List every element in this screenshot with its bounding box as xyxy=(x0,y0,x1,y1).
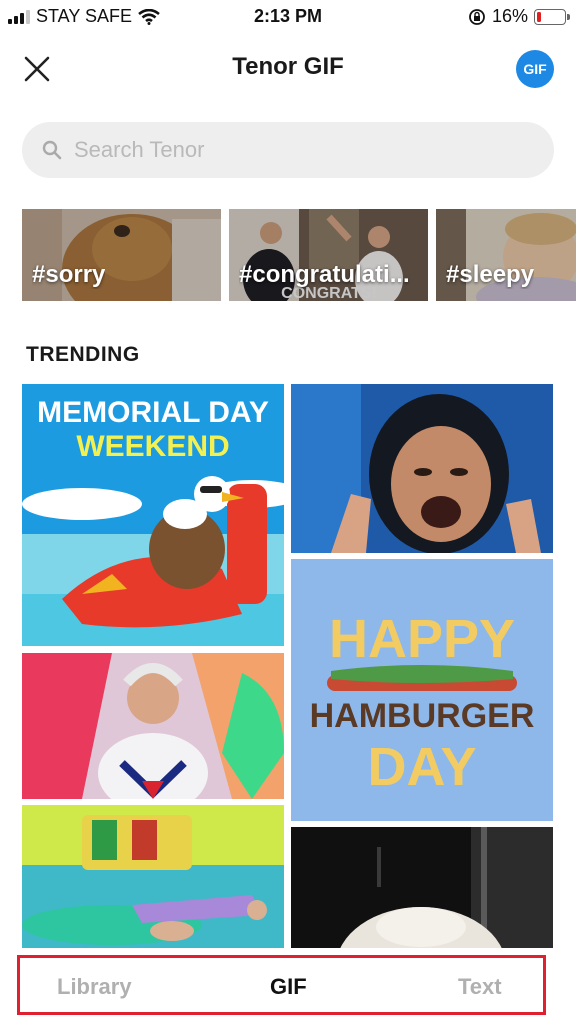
category-tile-sleepy[interactable]: #sleepy xyxy=(436,209,576,301)
category-tag: #congratulati... xyxy=(239,261,410,288)
category-row: #sorry CONGRATS! #congratulati... #sleep… xyxy=(22,209,576,301)
gif-keyboard-badge[interactable]: GIF xyxy=(516,50,554,88)
gif-memorial-day[interactable]: MEMORIAL DAY WEEKEND xyxy=(22,384,284,646)
dancing-man-gif xyxy=(22,653,284,799)
rotation-lock-icon xyxy=(469,8,485,25)
hamburger-line1: HAPPY xyxy=(329,609,515,669)
search-input[interactable] xyxy=(74,137,514,163)
status-bar: STAY SAFE 2:13 PM 16% xyxy=(0,0,576,34)
page-title: Tenor GIF xyxy=(232,53,344,80)
gif-crying-man[interactable] xyxy=(291,384,553,553)
status-right: 16% xyxy=(468,6,570,27)
battery-fill xyxy=(537,11,541,22)
hamburger-line2: HAMBURGER xyxy=(310,697,535,735)
category-tag: #sorry xyxy=(32,261,106,288)
toddler-playground-gif xyxy=(22,805,284,948)
gif-toddler-playground[interactable] xyxy=(22,805,284,948)
header: Tenor GIF GIF xyxy=(0,40,576,96)
battery-icon xyxy=(534,8,570,25)
tab-text[interactable]: Text xyxy=(458,974,502,1000)
gif-fluffy-animal[interactable] xyxy=(291,827,553,948)
memorial-line2: WEEKEND xyxy=(76,430,229,463)
crying-man-gif xyxy=(291,384,553,553)
happy-hamburger-day-gif: HAPPY HAMBURGER DAY xyxy=(291,559,553,821)
hamburger-line3: DAY xyxy=(367,737,476,797)
category-tile-congratulations[interactable]: CONGRATS! #congratulati... xyxy=(229,209,428,301)
search-icon xyxy=(42,140,62,160)
trending-heading: TRENDING xyxy=(26,343,140,366)
category-tile-sorry[interactable]: #sorry xyxy=(22,209,221,301)
bottom-tab-bar: Library GIF Text xyxy=(0,948,576,1024)
category-tag: #sleepy xyxy=(446,261,535,288)
fluffy-animal-gif xyxy=(291,827,553,948)
memorial-day-gif: MEMORIAL DAY WEEKEND xyxy=(22,384,284,646)
search-bar[interactable] xyxy=(22,122,554,178)
tab-library[interactable]: Library xyxy=(57,974,132,1000)
memorial-line1: MEMORIAL DAY xyxy=(37,396,269,429)
gif-happy-hamburger-day[interactable]: HAPPY HAMBURGER DAY xyxy=(291,559,553,821)
tab-gif[interactable]: GIF xyxy=(270,974,307,1000)
gif-dancing-man[interactable] xyxy=(22,653,284,799)
battery-percent: 16% xyxy=(491,6,528,26)
